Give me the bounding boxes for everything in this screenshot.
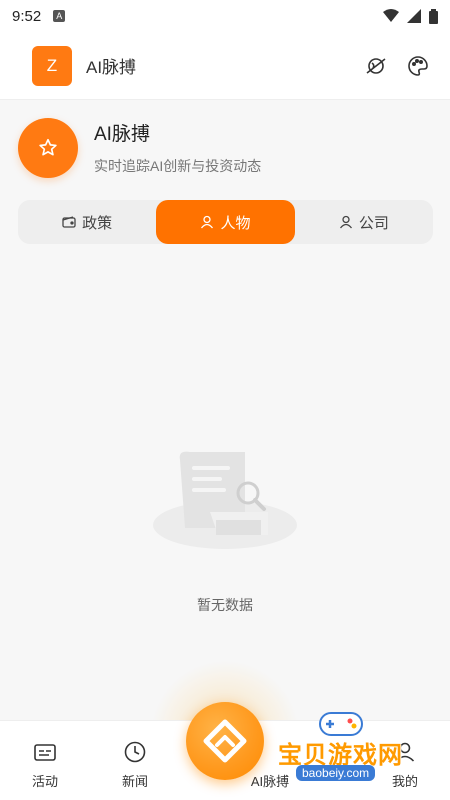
notification-a-icon: A <box>53 10 66 22</box>
nav-label-news: 新闻 <box>121 774 148 789</box>
activity-icon <box>34 744 56 761</box>
wifi-icon <box>383 9 399 22</box>
person-icon <box>201 215 214 229</box>
person-icon <box>339 215 352 229</box>
watermark-url: baobeiy.com <box>296 765 376 781</box>
tab-policy-label: 政策 <box>82 214 113 232</box>
palette-icon[interactable] <box>406 54 430 78</box>
status-time: 9:52 <box>12 7 42 25</box>
watermark: 宝贝游戏网 baobeiy.com <box>270 705 440 795</box>
section-header: AI脉搏 实时追踪AI创新与投资动态 <box>0 100 450 195</box>
category-tabs: 政策 人物 公司 <box>18 200 433 244</box>
app-title: AI脉搏 <box>86 58 137 77</box>
tab-company[interactable]: 公司 <box>295 200 433 244</box>
empty-illustration <box>150 450 300 560</box>
header-text: AI脉搏 实时追踪AI创新与投资动态 <box>94 119 261 176</box>
center-logo-icon <box>203 719 247 763</box>
appbar-actions <box>364 54 430 78</box>
app-bar: Z AI脉搏 <box>0 32 450 100</box>
planet-icon[interactable] <box>364 54 388 78</box>
tab-policy[interactable]: 政策 <box>18 200 156 244</box>
tab-people-label: 人物 <box>220 214 251 232</box>
gamepad-icon <box>319 712 363 736</box>
tab-people[interactable]: 人物 <box>156 200 295 244</box>
header-title: AI脉搏 <box>94 124 150 145</box>
wallet-icon <box>62 216 76 228</box>
star-icon <box>18 117 78 178</box>
nav-item-activity[interactable]: 活动 <box>0 743 90 790</box>
nav-label-activity: 活动 <box>31 774 58 789</box>
app-logo: Z <box>32 45 72 86</box>
empty-state-text: 暂无数据 <box>197 597 253 613</box>
clock-icon <box>124 741 146 763</box>
signal-icon <box>407 9 421 23</box>
battery-icon <box>429 8 438 24</box>
center-action-button[interactable] <box>186 702 264 780</box>
status-bar: 9:52 A <box>0 0 450 32</box>
status-icons <box>383 8 438 24</box>
tab-company-label: 公司 <box>358 214 389 232</box>
header-subtitle: 实时追踪AI创新与投资动态 <box>94 158 262 174</box>
nav-item-news[interactable]: 新闻 <box>90 741 180 790</box>
